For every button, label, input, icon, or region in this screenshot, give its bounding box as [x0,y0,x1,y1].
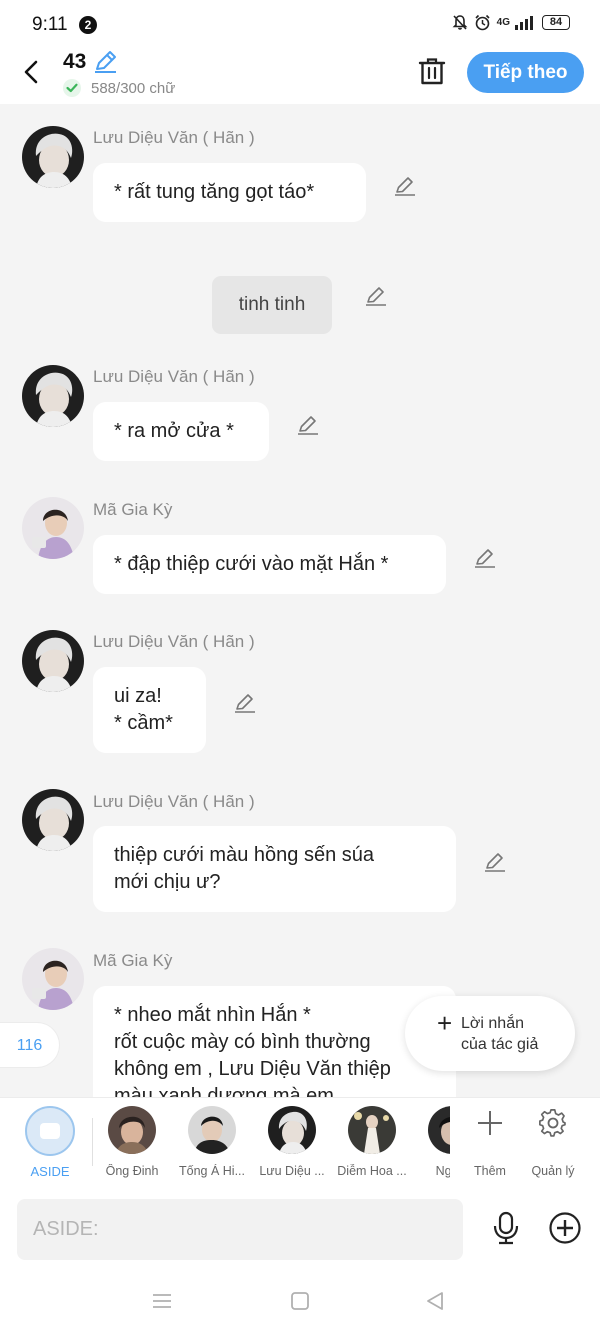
message-sender: Lưu Diệu Văn ( Hãn ) [93,128,255,147]
more-label: Thêm [474,1164,506,1178]
message-sender: Lưu Diệu Văn ( Hãn ) [93,792,255,811]
alarm-icon [475,14,490,31]
message-bubble[interactable]: thiệp cưới màu hồng sến súa mới chịu ư? [93,826,456,912]
edit-pencil-icon[interactable] [473,546,497,570]
manage-label: Quản lý [531,1164,575,1178]
message-text-line: rốt cuộc mày có bình thường [114,1031,371,1053]
character-name: Lưu Diệu ... [259,1164,325,1178]
word-count: 588/300 chữ [91,80,176,97]
bell-off-icon [452,15,468,30]
message-text-line: thiệp cưới màu hồng sến súa [114,844,374,866]
message-sender: Lưu Diệu Văn ( Hãn ) [93,367,255,386]
system-icons: 4G 84 [452,14,570,31]
character-nghiem[interactable]: Nghiê [412,1106,450,1186]
avatar-ma-gia-ky[interactable] [22,497,84,559]
author-note-button[interactable]: + Lời nhắn của tác giả [405,996,575,1071]
gear-icon [539,1109,566,1137]
aside-input[interactable] [17,1199,463,1260]
add-circle-icon[interactable] [548,1211,582,1245]
edit-pencil-icon[interactable] [483,850,507,874]
narration-bubble[interactable]: tinh tinh [212,276,332,334]
chat-area[interactable]: Lưu Diệu Văn ( Hãn ) * rất tung tăng gọt… [0,104,600,1097]
message-text-line: ui za! [114,685,162,707]
message-bubble[interactable]: * rất tung tăng gọt táo* [93,163,366,222]
back-arrow-icon[interactable] [18,58,46,86]
edit-pencil-icon[interactable] [393,174,417,198]
next-button[interactable]: Tiếp theo [467,52,584,93]
message-text-line: không em , Lưu Diệu Văn thiệp [114,1058,391,1080]
network-type: 4G [496,17,510,28]
microphone-icon[interactable] [490,1211,522,1245]
avatar [348,1106,396,1154]
message-bubble[interactable]: * nheo mắt nhìn Hắn * rốt cuộc mày có bì… [93,986,456,1097]
message-sender: Mã Gia Kỳ [93,500,173,519]
message-text-line: * nheo mắt nhìn Hắn * [114,1004,311,1026]
aside-label: ASIDE [30,1164,70,1179]
system-nav-bar [0,1269,600,1333]
menu-icon[interactable] [151,1291,173,1311]
message-text-line: màu xanh dương mà em [114,1085,334,1097]
edit-title-pencil-icon[interactable] [92,50,118,74]
avatar-luu-dieu-van[interactable] [22,630,84,692]
character-luu-dieu-van[interactable]: Lưu Diệu ... [252,1106,332,1186]
battery-icon: 84 [542,15,570,30]
edit-pencil-icon[interactable] [364,284,388,308]
status-time: 9:11 [32,14,68,35]
status-bar: 9:11 2 4G 84 [0,0,600,48]
message-sender: Lưu Diệu Văn ( Hãn ) [93,632,255,651]
avatar [108,1106,156,1154]
author-note-label: Lời nhắn [461,1015,524,1032]
edit-pencil-icon[interactable] [233,691,257,715]
character-clip: Nghiê [412,1098,450,1190]
character-name: Tống Á Hi... [179,1164,245,1178]
plus-icon: + [437,1008,453,1038]
aside-tab[interactable]: ASIDE [20,1104,80,1184]
manage-button[interactable]: Quản lý [523,1106,583,1186]
message-text: * rất tung tăng gọt táo* [114,181,315,203]
message-text-line: * cầm* [114,712,173,734]
chapter-number: 43 [63,50,87,73]
character-name: Diễm Hoa ... [337,1164,407,1178]
character-bar: ASIDE Ông Đinh Tống Á Hi... Lưu Diệu ...… [0,1097,600,1189]
avatar-luu-dieu-van[interactable] [22,365,84,427]
character-name: Nghiê [435,1164,450,1178]
top-bar: 43 588/300 chữ Tiếp theo [0,48,600,104]
character-ong-dinh[interactable]: Ông Đinh [92,1106,172,1186]
avatar [428,1106,450,1154]
input-bar [0,1189,600,1269]
message-bubble[interactable]: * đập thiệp cưới vào mặt Hắn * [93,535,446,594]
check-circle-icon [63,79,81,97]
comment-count-pill[interactable]: 116 [0,1022,60,1068]
plus-icon [478,1111,502,1135]
add-character-button[interactable]: Thêm [460,1106,520,1186]
avatar-luu-dieu-van[interactable] [22,789,84,851]
back-triangle-icon[interactable] [425,1291,445,1311]
author-note-label: của tác giả [461,1036,539,1053]
aside-icon [25,1106,75,1156]
signal-icon [515,15,533,30]
avatar-luu-dieu-van[interactable] [22,126,84,188]
character-tong-a-hien[interactable]: Tống Á Hi... [172,1106,252,1186]
trash-icon[interactable] [416,56,448,88]
message-sender: Mã Gia Kỳ [93,951,173,970]
message-bubble[interactable]: * ra mở cửa * [93,402,269,461]
edit-pencil-icon[interactable] [296,413,320,437]
avatar [188,1106,236,1154]
message-bubble[interactable]: ui za! * cầm* [93,667,206,753]
avatar [268,1106,316,1154]
message-text-line: mới chịu ư? [114,871,221,893]
message-text: * đập thiệp cưới vào mặt Hắn * [114,553,389,575]
notification-count-badge: 2 [79,16,97,34]
character-diem-hoa[interactable]: Diễm Hoa ... [332,1106,412,1186]
avatar-ma-gia-ky[interactable] [22,948,84,1010]
message-text: * ra mở cửa * [114,420,234,442]
character-name: Ông Đinh [105,1164,159,1178]
home-square-icon[interactable] [290,1291,310,1311]
